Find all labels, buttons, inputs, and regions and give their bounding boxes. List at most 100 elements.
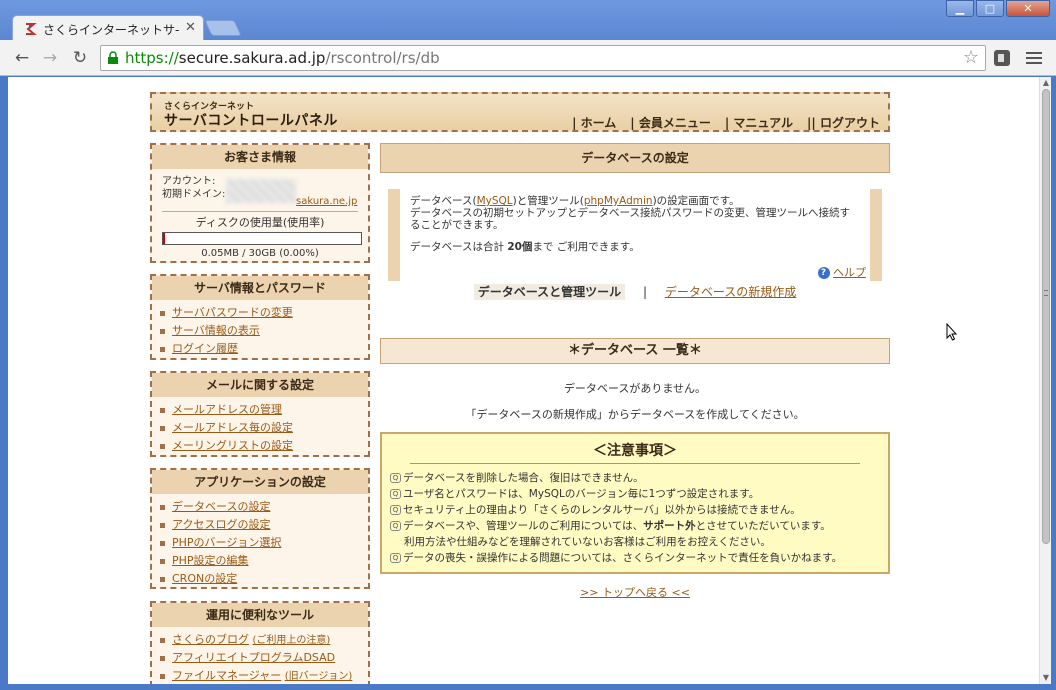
- notice-item: Q セキュリティ上の理由より「さくらのレンタルサーバ」以外からは接続できません。: [390, 502, 880, 518]
- database-description: データベース(MySQL)と管理ツール(phpMyAdmin)の設定画面です。 …: [410, 195, 850, 231]
- lock-icon: [108, 51, 118, 64]
- note-icon: Q: [390, 489, 401, 499]
- bullet-icon: [160, 655, 165, 661]
- bullet-icon: [160, 522, 165, 528]
- nav-member-menu-link[interactable]: | 会員メニュー: [630, 114, 711, 131]
- bullet-icon: [160, 504, 165, 510]
- reload-icon[interactable]: ↻: [70, 48, 90, 68]
- url-text: https://secure.sakura.ad.jp/rscontrol/rs…: [125, 49, 440, 67]
- minimize-button[interactable]: ▁: [946, 0, 974, 17]
- evernote-extension-icon[interactable]: [992, 48, 1012, 68]
- disk-usage-label: ディスクの使用量(使用率): [195, 216, 325, 229]
- logo-title: サーバコントロールパネル: [164, 113, 338, 129]
- page-title: データベースの設定: [380, 143, 890, 173]
- bookmark-star-icon[interactable]: ☆: [963, 47, 979, 68]
- sidebar-item-affiliate[interactable]: アフィリエイトプログラムDSAD: [160, 649, 360, 667]
- nav-logout-link[interactable]: || ログアウト: [807, 114, 880, 131]
- window-bottom-border: [0, 684, 1056, 690]
- sidebar-item-cron[interactable]: CRONの設定: [160, 570, 360, 588]
- phpmyadmin-link[interactable]: phpMyAdmin: [584, 195, 653, 207]
- database-list-title: ＊データベース 一覧＊: [380, 338, 890, 364]
- sidebar-item-mailing-list[interactable]: メーリングリストの設定: [160, 437, 360, 455]
- sidebar-item-access-log[interactable]: アクセスログの設定: [160, 516, 360, 534]
- scroll-down-icon[interactable]: ▼: [1042, 674, 1050, 682]
- database-subnav: データベースと管理ツール | データベースの新規作成: [380, 283, 890, 300]
- tab-close-icon[interactable]: ✕: [185, 20, 196, 35]
- database-limit: データベースは合計 20個まで ご利用できます。: [410, 241, 640, 253]
- scroll-grip-icon: [1044, 290, 1048, 296]
- mysql-link[interactable]: MySQL: [477, 195, 513, 207]
- bullet-icon: [160, 310, 165, 316]
- window-controls: ▁ □ ✕: [946, 0, 1050, 17]
- top-navigation: | ホーム | 会員メニュー | マニュアル || ログアウト: [572, 114, 880, 131]
- mail-settings-title: メールに関する設定: [152, 373, 368, 397]
- disk-usage-fill: [163, 233, 165, 244]
- main-content: データベースの設定 データベース(MySQL)と管理ツール(phpMyAdmin…: [380, 143, 890, 600]
- sidebar-item-php-version[interactable]: PHPのバージョン選択: [160, 534, 360, 552]
- create-database-hint: 「データベースの新規作成」からデータベースを作成してください。: [465, 408, 805, 421]
- scroll-thumb[interactable]: [1042, 89, 1050, 544]
- account-info: アカウント: 初期ドメイン: sakura.ne.jp ディスクの使用量(使用率…: [152, 169, 368, 266]
- sidebar-item-mail-address[interactable]: メールアドレスの管理: [160, 401, 360, 419]
- sidebar-item-file-manager[interactable]: ファイルマネージャー (旧バージョン): [160, 667, 360, 684]
- sidebar-item-login-history[interactable]: ログイン履歴: [160, 340, 360, 358]
- page-viewport: さくらインターネット サーバコントロールパネル | ホーム | 会員メニュー |…: [8, 77, 1039, 684]
- notice-box: ＜注意事項＞ Q データベースを削除した場合、復旧はできません。 Q ユーザ名とパス…: [380, 432, 890, 574]
- note-icon: Q: [390, 553, 401, 563]
- back-to-top-link[interactable]: >> トップへ戻る <<: [380, 584, 890, 600]
- tab-create-database[interactable]: データベースの新規作成: [665, 285, 796, 299]
- domain-link[interactable]: sakura.ne.jp: [296, 195, 357, 208]
- bullet-icon: [160, 558, 165, 564]
- browser-tab[interactable]: さくらインターネットサ- ✕: [12, 15, 204, 41]
- sidebar-item-database[interactable]: データベースの設定: [160, 498, 360, 516]
- help-icon: ?: [817, 267, 830, 279]
- note-icon: Q: [390, 505, 401, 515]
- disk-usage-value: 0.05MB / 30GB (0.00%): [201, 248, 319, 259]
- menu-icon[interactable]: [1026, 49, 1042, 67]
- note-icon: Q: [390, 473, 401, 483]
- note-icon: Q: [390, 521, 401, 531]
- notice-item-support-sub: 利用方法や仕組みなどを理解されていないお客様はご利用をお控えください。: [404, 536, 771, 548]
- browser-toolbar: ← → ↻ https://secure.sakura.ad.jp/rscont…: [0, 40, 1056, 76]
- customer-info-box: お客さま情報 アカウント: 初期ドメイン: sakura.ne.jp ディスクの…: [150, 143, 370, 263]
- sidebar-item-php-settings[interactable]: PHP設定の編集: [160, 552, 360, 570]
- tools-box: 運用に便利なツール さくらのブログ (ご利用上の注意) アフィリエイトプログラム…: [150, 601, 370, 684]
- tab-database-tools[interactable]: データベースと管理ツール: [473, 284, 626, 300]
- nav-home-link[interactable]: | ホーム: [572, 114, 616, 131]
- disk-usage-section: ディスクの使用量(使用率) 0.05MB / 30GB (0.00%): [162, 211, 362, 260]
- notice-item: Q データの喪失・誤操作による問題については、さくらインターネットで責任を負いかね…: [390, 550, 880, 566]
- sidebar-item-mail-per-address[interactable]: メールアドレス毎の設定: [160, 419, 360, 437]
- bullet-icon: [160, 328, 165, 334]
- sidebar-item-server-password[interactable]: サーバパスワードの変更: [160, 304, 360, 322]
- bullet-icon: [160, 425, 165, 431]
- server-info-box: サーバ情報とパスワード サーバパスワードの変更 サーバ情報の表示 ログイン履歴: [150, 274, 370, 360]
- scroll-up-icon[interactable]: ▲: [1042, 79, 1050, 87]
- notice-title: ＜注意事項＞: [410, 440, 860, 464]
- app-settings-title: アプリケーションの設定: [152, 470, 368, 494]
- sakura-favicon-icon: [26, 23, 37, 35]
- address-bar[interactable]: https://secure.sakura.ad.jp/rscontrol/rs…: [100, 45, 986, 71]
- bullet-icon: [160, 673, 165, 679]
- nav-manual-link[interactable]: | マニュアル: [725, 114, 793, 131]
- mouse-cursor-icon: [946, 323, 958, 341]
- page-scrollbar[interactable]: ▲ ▼: [1039, 77, 1051, 684]
- close-window-button[interactable]: ✕: [1006, 0, 1050, 17]
- notice-item-support: Q データベースや、管理ツールのご利用については、サポート外とさせていただいていま…: [390, 518, 880, 534]
- sidebar-item-blog[interactable]: さくらのブログ (ご利用上の注意): [160, 631, 360, 649]
- browser-titlebar: さくらインターネットサ- ✕ ▁ □ ✕: [0, 0, 1056, 41]
- customer-info-title: お客さま情報: [152, 145, 368, 169]
- bullet-icon: [160, 346, 165, 352]
- tab-title: さくらインターネットサ-: [43, 23, 180, 37]
- server-info-title: サーバ情報とパスワード: [152, 276, 368, 300]
- redacted-account: [226, 179, 296, 203]
- disk-usage-bar: [162, 232, 362, 245]
- sidebar-item-server-info[interactable]: サーバ情報の表示: [160, 322, 360, 340]
- subnav-separator: |: [642, 285, 648, 299]
- back-arrow-icon[interactable]: ←: [12, 48, 32, 68]
- maximize-button[interactable]: □: [976, 0, 1004, 17]
- help-link[interactable]: ? ヘルプ: [817, 267, 866, 279]
- new-tab-button[interactable]: [204, 20, 242, 36]
- database-info-box: データベース(MySQL)と管理ツール(phpMyAdmin)の設定画面です。 …: [388, 189, 882, 281]
- forward-arrow-icon[interactable]: →: [40, 48, 60, 68]
- bullet-icon: [160, 540, 165, 546]
